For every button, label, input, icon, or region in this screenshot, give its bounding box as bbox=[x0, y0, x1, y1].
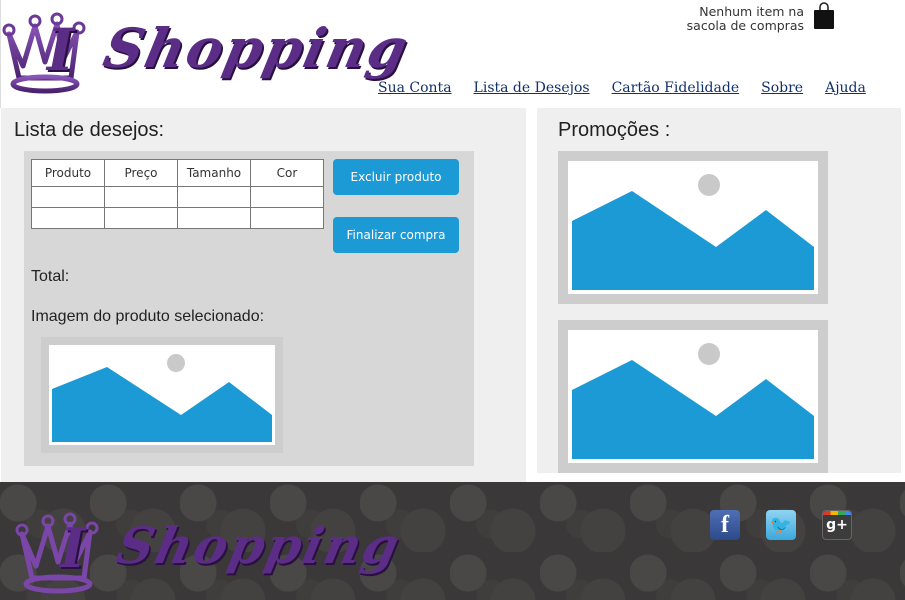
image-placeholder-icon bbox=[572, 343, 814, 459]
column-header-price: Preço bbox=[104, 159, 178, 187]
promotion-image-1[interactable] bbox=[558, 151, 828, 304]
table-cell bbox=[31, 207, 105, 229]
footer-logo[interactable]: I Shopping bbox=[14, 504, 434, 594]
delete-product-button[interactable]: Excluir produto bbox=[333, 159, 459, 195]
wishlist-table: Produto Preço Tamanho Cor bbox=[31, 159, 324, 229]
logo-wordmark: Shopping bbox=[98, 16, 416, 80]
facebook-icon[interactable]: f bbox=[710, 510, 740, 540]
nav-link-wishlist[interactable]: Lista de Desejos bbox=[474, 80, 590, 96]
selected-image-label: Imagem do produto selecionado: bbox=[31, 308, 265, 325]
table-cell bbox=[177, 186, 251, 208]
wishlist-panel: Lista de desejos: Produto Preço Tamanho … bbox=[1, 108, 526, 482]
table-cell bbox=[104, 207, 178, 229]
wishlist-box: Produto Preço Tamanho Cor Excluir produt… bbox=[24, 151, 474, 466]
promotions-panel: Promoções : bbox=[537, 108, 901, 473]
nav-link-loyalty-card[interactable]: Cartão Fidelidade bbox=[612, 80, 740, 96]
column-header-color: Cor bbox=[250, 159, 324, 187]
nav-link-help[interactable]: Ajuda bbox=[825, 80, 866, 96]
checkout-button[interactable]: Finalizar compra bbox=[333, 217, 459, 253]
column-header-size: Tamanho bbox=[177, 159, 251, 187]
table-cell bbox=[177, 207, 251, 229]
table-header-row: Produto Preço Tamanho Cor bbox=[31, 159, 324, 187]
facebook-glyph: f bbox=[721, 511, 729, 538]
table-row[interactable] bbox=[31, 186, 324, 208]
table-cell bbox=[31, 186, 105, 208]
logo-letter: I bbox=[47, 16, 75, 84]
selected-product-image bbox=[41, 337, 283, 453]
twitter-icon[interactable]: 🐦 bbox=[766, 510, 796, 540]
table-row[interactable] bbox=[31, 207, 324, 229]
site-logo[interactable]: I Shopping bbox=[1, 4, 421, 94]
cart-status-line1: Nenhum item na bbox=[699, 4, 804, 19]
image-placeholder-icon bbox=[52, 354, 272, 442]
footer-logo-letter: I bbox=[60, 516, 86, 580]
promotion-image-2[interactable] bbox=[558, 320, 828, 473]
total-label: Total: bbox=[31, 268, 70, 285]
nav-link-about[interactable]: Sobre bbox=[761, 80, 803, 96]
cart-status[interactable]: Nenhum item na sacola de compras bbox=[674, 5, 804, 33]
site-footer: I Shopping f 🐦 g+ bbox=[0, 482, 905, 600]
google-plus-icon[interactable]: g+ bbox=[822, 510, 852, 540]
site-header: I Shopping Nenhum item na sacola de comp… bbox=[0, 0, 905, 108]
table-cell bbox=[250, 207, 324, 229]
table-cell bbox=[104, 186, 178, 208]
cart-status-line2: sacola de compras bbox=[686, 18, 804, 33]
image-placeholder-icon bbox=[572, 174, 814, 290]
twitter-glyph: 🐦 bbox=[769, 514, 793, 535]
nav-link-account[interactable]: Sua Conta bbox=[378, 80, 452, 96]
wishlist-title: Lista de desejos: bbox=[14, 119, 165, 141]
main-nav: Sua Conta Lista de Desejos Cartão Fideli… bbox=[378, 80, 866, 96]
panel-separator bbox=[526, 108, 537, 482]
footer-logo-wordmark: Shopping bbox=[111, 516, 407, 575]
promotions-title: Promoções : bbox=[558, 119, 671, 141]
google-plus-glyph: g+ bbox=[826, 517, 848, 533]
table-cell bbox=[250, 186, 324, 208]
column-header-product: Produto bbox=[31, 159, 105, 187]
shopping-bag-icon[interactable] bbox=[813, 2, 835, 30]
